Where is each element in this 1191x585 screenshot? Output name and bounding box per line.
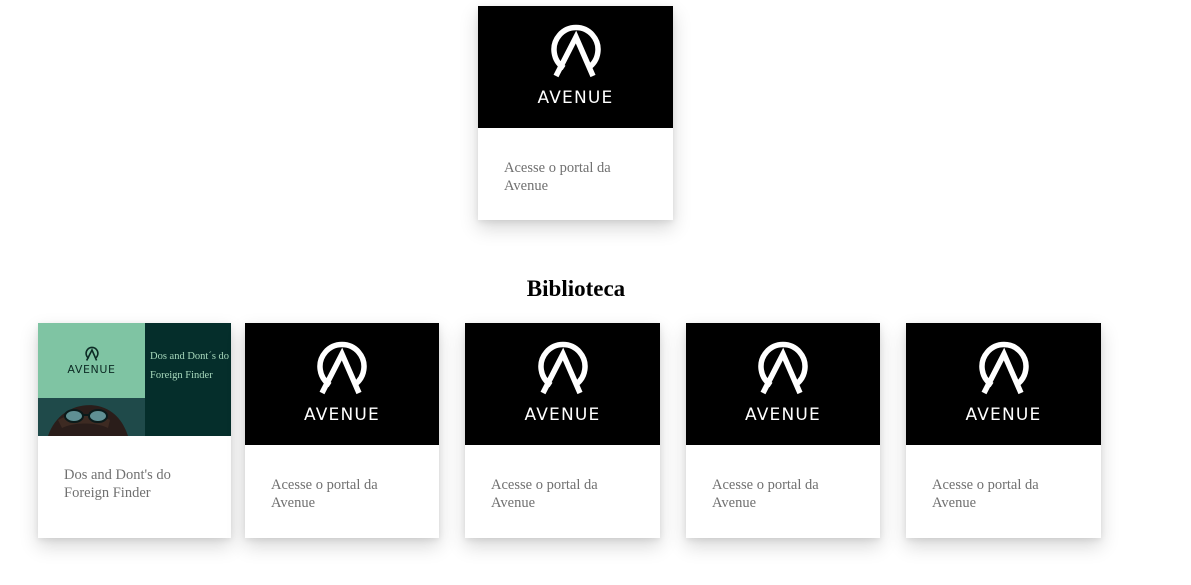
avenue-portal-card[interactable]: AVENUE Acesse o portal da Avenue — [906, 323, 1101, 538]
person-photo-icon — [38, 398, 145, 436]
card-caption[interactable]: Acesse o portal da Avenue — [491, 476, 634, 512]
ff-photo — [38, 398, 145, 436]
card-caption[interactable]: Acesse o portal da Avenue — [712, 476, 854, 512]
brand-wordmark: AVENUE — [524, 405, 601, 425]
avenue-portal-card[interactable]: AVENUE Acesse o portal da Avenue — [465, 323, 660, 538]
avenue-logo-icon — [978, 341, 1029, 395]
avenue-portal-card[interactable]: AVENUE Acesse o portal da Avenue — [686, 323, 880, 538]
card-image: AVENUE — [478, 6, 673, 128]
brand-wordmark: AVENUE — [67, 362, 116, 376]
page: AVENUE Acesse o portal da Avenue Bibliot… — [0, 0, 1191, 585]
card-image: AVENUE — [906, 323, 1101, 445]
card-image: AVENUE Dos and Dont´s do Foreign Finder — [38, 323, 231, 436]
ff-brand-panel: AVENUE — [38, 323, 145, 398]
avenue-logo-icon — [550, 24, 601, 78]
ff-title-panel: Dos and Dont´s do Foreign Finder — [145, 323, 231, 436]
brand-wordmark: AVENUE — [744, 405, 821, 425]
avenue-logo-icon — [317, 341, 367, 395]
brand-wordmark: AVENUE — [303, 405, 380, 425]
avenue-logo-icon — [758, 341, 808, 395]
card-caption[interactable]: Acesse o portal da Avenue — [932, 476, 1075, 512]
featured-avenue-card[interactable]: AVENUE Acesse o portal da Avenue — [478, 6, 673, 220]
section-title: Biblioteca — [526, 276, 626, 301]
avenue-logo-icon — [84, 346, 99, 361]
foreign-finder-card[interactable]: AVENUE Dos and Dont´s do Foreign Finder … — [38, 323, 231, 538]
brand-wordmark: AVENUE — [965, 405, 1042, 425]
brand-wordmark: AVENUE — [537, 88, 614, 108]
card-caption[interactable]: Dos and Dont's do Foreign Finder — [64, 466, 205, 502]
avenue-logo-icon — [537, 341, 588, 395]
card-image: AVENUE — [465, 323, 660, 445]
card-image: AVENUE — [686, 323, 880, 445]
avenue-portal-card[interactable]: AVENUE Acesse o portal da Avenue — [245, 323, 439, 538]
card-caption[interactable]: Acesse o portal da Avenue — [504, 159, 647, 195]
card-image: AVENUE — [245, 323, 439, 445]
card-caption[interactable]: Acesse o portal da Avenue — [271, 476, 413, 512]
image-heading: Dos and Dont´s do Foreign Finder — [150, 351, 230, 381]
